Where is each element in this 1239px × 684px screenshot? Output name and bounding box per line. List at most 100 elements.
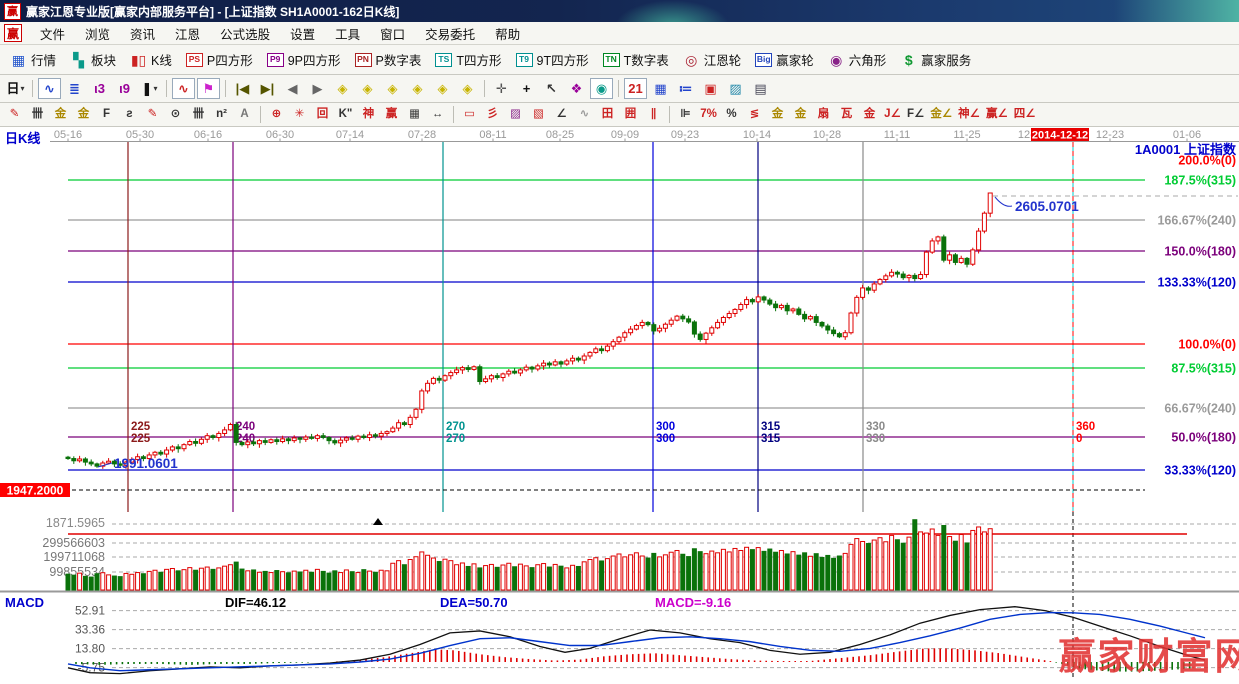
rays-icon[interactable]: 彡 [482, 106, 503, 124]
menu-item-6[interactable]: 工具 [325, 26, 370, 44]
seven-percent-icon[interactable]: 7% [698, 106, 719, 124]
gann-level-label: 33.33%(120) [1164, 464, 1236, 478]
angle-gold-icon[interactable]: 金∠ [928, 106, 954, 124]
period-day-dropdown-icon[interactable]: 日▾ [4, 78, 27, 99]
toolbar-button-sectors[interactable]: ▚板块 [63, 48, 123, 71]
red-grid-icon[interactable]: 田 [597, 106, 618, 124]
pen-angle-icon[interactable]: ✎ [142, 106, 163, 124]
shen-grid-icon[interactable]: 神 [358, 106, 379, 124]
diamond-left-icon[interactable]: ◈ [331, 78, 354, 99]
circle-grid-icon[interactable]: ⊙ [165, 106, 186, 124]
diamond-h-expand-icon[interactable]: ◈ [381, 78, 404, 99]
toolbar-button-quotes[interactable]: ▦行情 [3, 48, 63, 71]
nav-first-icon[interactable]: |◀ [231, 78, 254, 99]
star-target-icon[interactable]: ✳ [289, 106, 310, 124]
print-icon[interactable]: ▤ [749, 78, 772, 99]
arc-band-icon[interactable]: 瓦 [836, 106, 857, 124]
crosshair-tool-icon[interactable]: + [515, 78, 538, 99]
nav-last-icon[interactable]: ▶| [256, 78, 279, 99]
bars-3-icon[interactable]: ι3 [88, 78, 111, 99]
parallel-lines-icon[interactable]: ∥ [643, 106, 664, 124]
candle-style-dropdown-icon[interactable]: ❚▾ [138, 78, 161, 99]
hand-tool-icon[interactable]: ✛ [490, 78, 513, 99]
spiral-icon[interactable]: ƨ [119, 106, 140, 124]
gann-f-grid-icon[interactable]: F [96, 106, 117, 124]
p-table-icon: PN [355, 53, 372, 67]
gold-lines-icon[interactable]: 金 [790, 106, 811, 124]
nav-next-icon[interactable]: ▶ [306, 78, 329, 99]
image-export-icon[interactable]: ▨ [724, 78, 747, 99]
menu-item-2[interactable]: 资讯 [120, 26, 165, 44]
fan-icon[interactable]: 扇 [813, 106, 834, 124]
toolbar-button-gann-wheel[interactable]: ◎江恩轮 [676, 48, 749, 71]
triangle-a-icon[interactable]: A [234, 106, 255, 124]
toolbar-button-kline[interactable]: ▮▯K线 [123, 48, 179, 71]
rect-select-icon[interactable]: ▭ [459, 106, 480, 124]
info-doc-icon[interactable]: ≣ [63, 78, 86, 99]
target-red-icon[interactable]: ⊕ [266, 106, 287, 124]
menu-item-7[interactable]: 窗口 [370, 26, 415, 44]
gann-gold-grid-2-icon[interactable]: 金 [73, 106, 94, 124]
wave-icon[interactable]: ∿ [574, 106, 595, 124]
toolbar-button-winner-service[interactable]: $赢家服务 [893, 48, 978, 71]
diamond-h-shrink-icon[interactable]: ◈ [406, 78, 429, 99]
calendar-21-icon[interactable]: 21 [624, 78, 647, 99]
gold-wheel-icon[interactable]: 金 [767, 106, 788, 124]
smart-box-icon[interactable]: ◉ [590, 78, 613, 99]
menu-item-1[interactable]: 浏览 [75, 26, 120, 44]
trend-angle-icon[interactable]: ∠ [551, 106, 572, 124]
toolbar-button-p-square[interactable]: PSP四方形 [179, 48, 260, 71]
toolbar-button-9p-square[interactable]: P99P四方形 [260, 48, 348, 71]
toolbar-button-p-table[interactable]: PN P数字表 [348, 48, 429, 71]
ruler-grid-icon[interactable]: ▦ [404, 106, 425, 124]
menu-item-8[interactable]: 交易委托 [415, 26, 485, 44]
trend-box-icon[interactable]: ∿ [38, 78, 61, 99]
toolbar-button-winner-wheel[interactable]: Big赢家轮 [748, 48, 821, 71]
n2-grid-icon[interactable]: n² [211, 106, 232, 124]
k-notes-icon[interactable]: K" [335, 106, 356, 124]
toolbar-button-t-square[interactable]: TST四方形 [428, 48, 508, 71]
pct-lines-icon[interactable]: ≶ [744, 106, 765, 124]
box-target-icon[interactable]: 回 [312, 106, 333, 124]
angle-ying-icon[interactable]: 赢∠ [984, 106, 1010, 124]
price-scale-icon[interactable]: ⊫ [675, 106, 696, 124]
menu-item-0[interactable]: 文件 [30, 26, 75, 44]
zigzag-tool-icon[interactable]: ∿ [172, 78, 195, 99]
notepad-icon[interactable]: ≔ [674, 78, 697, 99]
toolbar-button-t-table[interactable]: TNT数字表 [596, 48, 676, 71]
angle-four-icon[interactable]: 四∠ [1012, 106, 1038, 124]
calculator-icon[interactable]: ▦ [649, 78, 672, 99]
dense-grid-icon[interactable]: 卌 [188, 106, 209, 124]
angle-shen-icon[interactable]: 神∠ [956, 106, 982, 124]
nav-prev-icon[interactable]: ◀ [281, 78, 304, 99]
save-floppy-icon[interactable]: ▣ [699, 78, 722, 99]
bars-9-icon[interactable]: ι9 [113, 78, 136, 99]
gann-gold-grid-icon[interactable]: 金 [50, 106, 71, 124]
macd-scale-label: 13.80 [75, 642, 105, 656]
menu-item-5[interactable]: 设置 [280, 26, 325, 44]
gold-level-icon[interactable]: 金 [859, 106, 880, 124]
box-rays-icon[interactable]: ▨ [505, 106, 526, 124]
box-rays-2-icon[interactable]: ▧ [528, 106, 549, 124]
diamond-v-shrink-icon[interactable]: ◈ [456, 78, 479, 99]
gann-grid-icon[interactable]: 卌 [27, 106, 48, 124]
menu-item-9[interactable]: 帮助 [485, 26, 530, 44]
width-measure-icon[interactable]: ↔ [427, 106, 448, 124]
gann-tools-icon[interactable]: ❖ [565, 78, 588, 99]
highlighted-date-label: 2014-12-12 [1032, 130, 1088, 142]
diamond-v-expand-icon[interactable]: ◈ [431, 78, 454, 99]
toolbar-button-9t-square[interactable]: T99T四方形 [509, 48, 596, 71]
angle-j-icon[interactable]: J∠ [882, 106, 903, 124]
flag-tool-icon[interactable]: ⚑ [197, 78, 220, 99]
pointer-tool-icon[interactable]: ↖ [540, 78, 563, 99]
pen-icon[interactable]: ✎ [4, 106, 25, 124]
percent-icon[interactable]: % [721, 106, 742, 124]
toolbar-button-hexagon[interactable]: ◉六角形 [821, 48, 894, 71]
menu-item-3[interactable]: 江恩 [165, 26, 210, 44]
angle-f-icon[interactable]: F∠ [905, 106, 926, 124]
diamond-right-icon[interactable]: ◈ [356, 78, 379, 99]
menu-item-4[interactable]: 公式选股 [210, 26, 280, 44]
ying-grid-icon[interactable]: 赢 [381, 106, 402, 124]
red-grid-2-icon[interactable]: 囲 [620, 106, 641, 124]
p-table-label: P数字表 [376, 50, 422, 69]
